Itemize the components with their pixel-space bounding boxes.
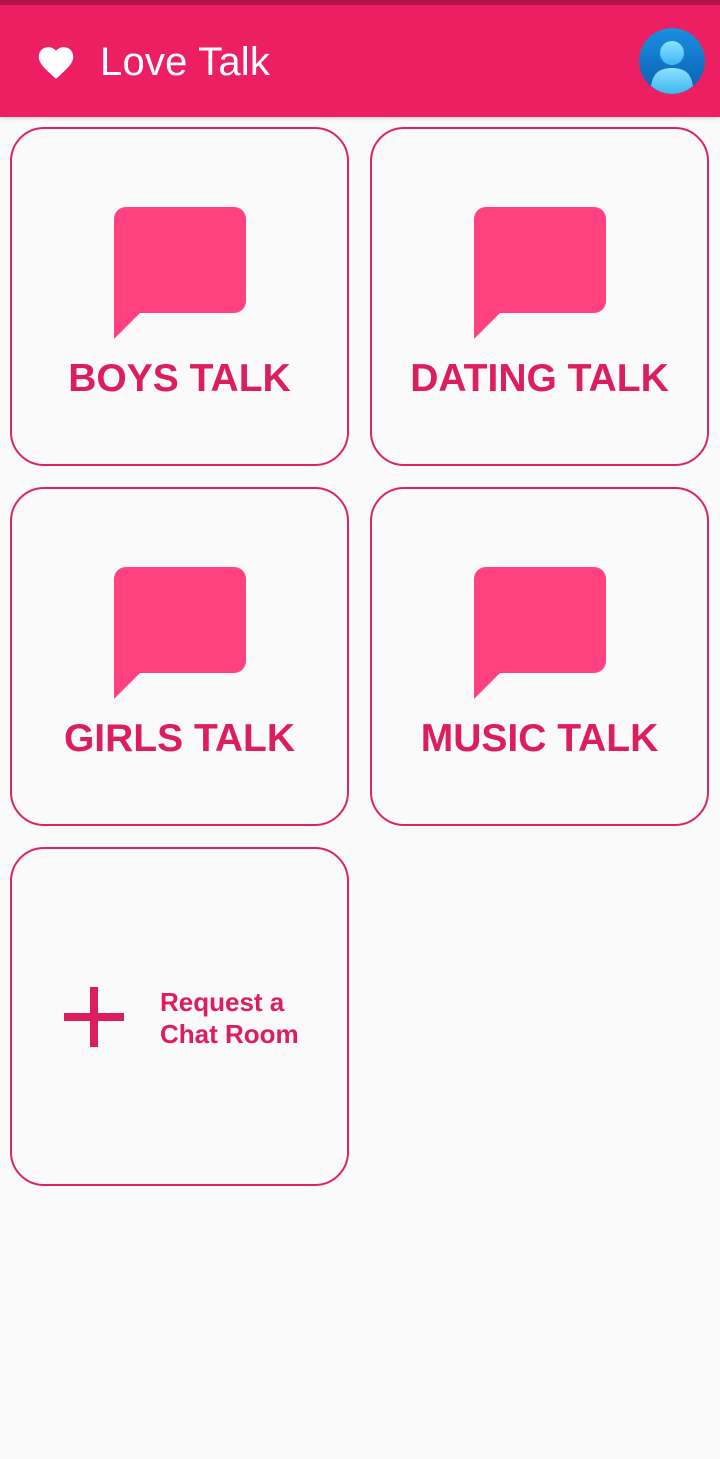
- app-bar: Love Talk: [0, 5, 720, 117]
- room-card-boys-talk[interactable]: BOYS TALK: [10, 127, 349, 466]
- room-label: BOYS TALK: [68, 357, 291, 400]
- chat-bubble-icon: [114, 207, 246, 339]
- request-chat-room-label: Request a Chat Room: [160, 987, 299, 1049]
- room-label: MUSIC TALK: [420, 717, 659, 760]
- app-title: Love Talk: [100, 40, 271, 84]
- heart-icon: [38, 47, 74, 79]
- profile-avatar-button[interactable]: [639, 28, 705, 94]
- chat-bubble-icon: [114, 567, 246, 699]
- request-chat-room-card[interactable]: Request a Chat Room: [10, 847, 349, 1186]
- chat-bubble-icon: [474, 567, 606, 699]
- room-label: GIRLS TALK: [63, 717, 296, 760]
- room-card-girls-talk[interactable]: GIRLS TALK: [10, 487, 349, 826]
- room-card-music-talk[interactable]: MUSIC TALK: [370, 487, 709, 826]
- user-avatar-icon: [639, 28, 705, 94]
- room-card-dating-talk[interactable]: DATING TALK: [370, 127, 709, 466]
- plus-icon: [64, 987, 124, 1047]
- chat-bubble-icon: [474, 207, 606, 339]
- room-label: DATING TALK: [410, 357, 669, 400]
